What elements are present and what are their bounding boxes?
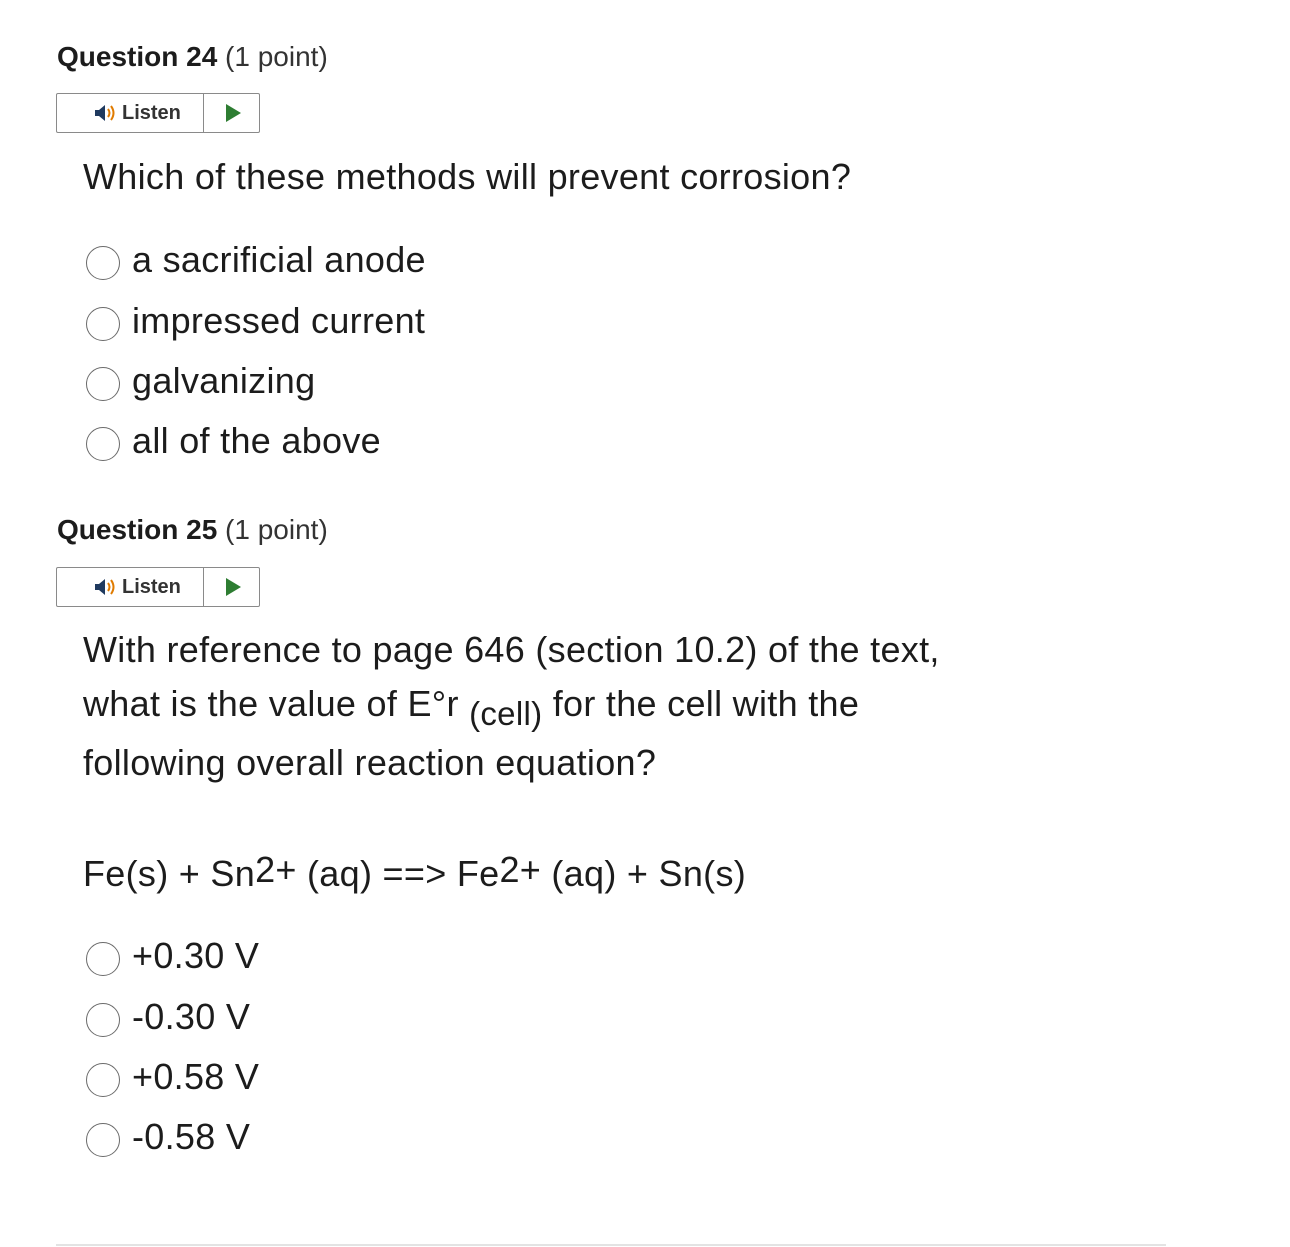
listen-label: Listen <box>122 101 181 124</box>
equation-part-1: Fe(s) + Sn <box>83 853 256 894</box>
prompt-line-1: With reference to page 646 (section 10.2… <box>83 629 940 670</box>
question-number: Question 24 <box>57 41 218 72</box>
question-prompt: Which of these methods will prevent corr… <box>83 156 852 197</box>
answer-option[interactable]: all of the above <box>86 411 426 471</box>
option-label: -0.58 V <box>132 1116 251 1158</box>
play-button[interactable] <box>204 94 259 132</box>
option-label: impressed current <box>132 299 426 341</box>
radio-button[interactable] <box>86 942 120 977</box>
answer-option[interactable]: +0.30 V <box>86 926 259 986</box>
radio-button[interactable] <box>86 306 120 341</box>
listen-control: Listen <box>56 93 260 133</box>
option-label: +0.30 V <box>132 935 260 977</box>
prompt-line-2-start: what is the value of E°r <box>83 683 470 724</box>
speaker-icon <box>95 579 115 595</box>
play-icon <box>226 104 241 122</box>
listen-label: Listen <box>122 575 181 598</box>
question-title: Question 24 (1 point) <box>57 40 328 74</box>
equation-part-2: (aq) ==> Fe <box>296 853 500 894</box>
answer-option[interactable]: +0.58 V <box>86 1047 259 1107</box>
radio-button[interactable] <box>86 246 120 281</box>
equation-part-3: (aq) + Sn(s) <box>541 853 747 894</box>
listen-control: Listen <box>56 567 260 607</box>
question-points: (1 point) <box>225 514 328 545</box>
answer-option[interactable]: impressed current <box>86 290 426 350</box>
option-label: -0.30 V <box>132 995 251 1037</box>
prompt-line-2: what is the value of E°r (cell) for the … <box>83 677 940 732</box>
cell-subscript: (cell) <box>469 695 543 732</box>
option-label: all of the above <box>132 420 381 462</box>
option-label: galvanizing <box>132 359 316 401</box>
option-label: +0.58 V <box>132 1055 260 1097</box>
answer-option[interactable]: -0.30 V <box>86 986 259 1046</box>
radio-button[interactable] <box>86 1062 120 1097</box>
equation-charge-1: 2+ <box>255 849 297 890</box>
radio-button[interactable] <box>86 1123 120 1158</box>
question-title: Question 25 (1 point) <box>57 513 328 547</box>
question-number: Question 25 <box>57 514 218 545</box>
answer-option[interactable]: galvanizing <box>86 351 426 411</box>
listen-button[interactable]: Listen <box>57 94 204 132</box>
play-button[interactable] <box>204 568 259 606</box>
question-prompt: With reference to page 646 (section 10.2… <box>83 623 940 790</box>
question-points: (1 point) <box>225 41 328 72</box>
section-divider <box>56 1244 1166 1246</box>
prompt-line-2-end: for the cell with the <box>542 683 860 724</box>
radio-button[interactable] <box>86 366 120 401</box>
listen-button[interactable]: Listen <box>57 568 204 606</box>
radio-button[interactable] <box>86 427 120 462</box>
answer-option[interactable]: -0.58 V <box>86 1107 259 1167</box>
answer-option[interactable]: a sacrificial anode <box>86 230 426 290</box>
reaction-equation: Fe(s) + Sn2+ (aq) ==> Fe2+ (aq) + Sn(s) <box>83 849 747 896</box>
speaker-icon <box>95 105 115 121</box>
option-label: a sacrificial anode <box>132 239 426 281</box>
prompt-line-3: following overall reaction equation? <box>83 742 657 783</box>
play-icon <box>226 578 241 596</box>
radio-button[interactable] <box>86 1002 120 1037</box>
equation-charge-2: 2+ <box>499 849 542 890</box>
answer-options: +0.30 V -0.30 V +0.58 V -0.58 V <box>86 926 259 1168</box>
answer-options: a sacrificial anode impressed current ga… <box>86 230 426 472</box>
